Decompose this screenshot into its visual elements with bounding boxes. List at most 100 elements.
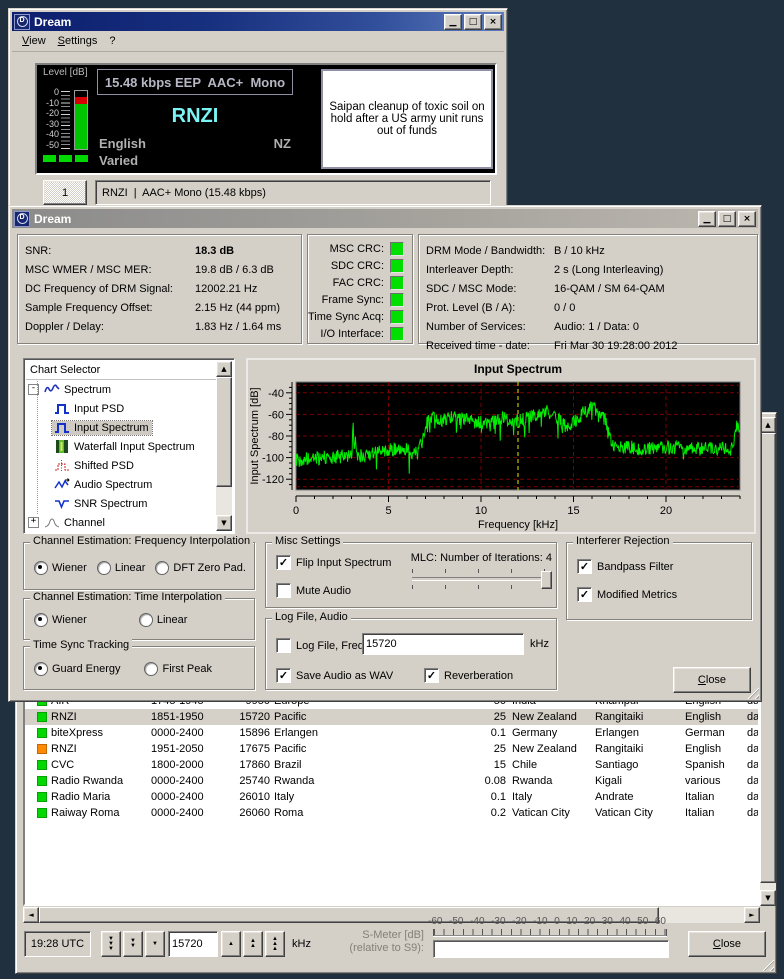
- modified-metrics-checkbox[interactable]: [577, 587, 592, 602]
- freq-down-fine-button[interactable]: ▼: [145, 931, 165, 957]
- log-freq-input[interactable]: [362, 633, 524, 655]
- tree-item-channel[interactable]: +Channel: [26, 513, 216, 531]
- station-row-radio-rwanda[interactable]: Radio Rwanda0000-240025740Rwanda0.08Rwan…: [25, 773, 760, 789]
- tree-item-snr-spectrum[interactable]: SNR Spectrum: [26, 494, 216, 513]
- checkbox-label: Reverberation: [444, 670, 513, 682]
- led-label: SDC CRC:: [331, 260, 384, 272]
- tree-item-input-psd[interactable]: Input PSD: [26, 399, 216, 418]
- save-audio-wav-checkbox[interactable]: [276, 668, 291, 683]
- tree-scrollbar-thumb[interactable]: [216, 377, 232, 487]
- tree-item-waterfall-input-spectrum[interactable]: Waterfall Input Spectrum: [26, 437, 216, 456]
- crc-led-panel: MSC CRC:SDC CRC:FAC CRC:Frame Sync:Time …: [307, 234, 413, 344]
- log-freq-unit-label: kHz: [530, 638, 549, 650]
- level-tick-label: -40: [39, 130, 59, 139]
- checkbox-label: Mute Audio: [296, 585, 351, 597]
- expand-icon[interactable]: +: [28, 517, 39, 528]
- tree-item-label: Shifted PSD: [71, 460, 137, 472]
- stations-resize-grip[interactable]: [761, 958, 774, 971]
- close-button[interactable]: ×: [484, 14, 502, 30]
- tree-item-audio-spectrum[interactable]: Audio Spectrum: [26, 475, 216, 494]
- station-row-raiway-roma[interactable]: Raiway Roma0000-240026060Roma0.2Vatican …: [25, 805, 760, 821]
- level-meter-tickmarks: [61, 91, 70, 149]
- maximize-button[interactable]: □: [464, 14, 482, 30]
- cell-target: Rwanda: [274, 775, 424, 787]
- stat-label: DRM Mode / Bandwidth:: [426, 245, 554, 257]
- stations-hscroll-left[interactable]: ◄: [23, 907, 39, 923]
- svg-text:15: 15: [567, 505, 579, 517]
- eval-close-button[interactable]: Close: [673, 667, 751, 693]
- service-1-button[interactable]: 1: [43, 180, 87, 205]
- radio-first-peak[interactable]: First Peak: [144, 662, 212, 676]
- freq-down-medium-button[interactable]: ▼▼: [123, 931, 143, 957]
- menu-help[interactable]: ?: [103, 33, 121, 49]
- bandpass-filter-checkbox[interactable]: [577, 559, 592, 574]
- log-file-freq-checkbox[interactable]: [276, 638, 291, 653]
- stations-hscroll-right[interactable]: ►: [744, 907, 760, 923]
- minimize-button[interactable]: ▁: [698, 211, 716, 227]
- status-led: [390, 242, 404, 256]
- smeter-tick-label: -40: [470, 916, 484, 927]
- stations-vscroll-thumb[interactable]: [760, 433, 776, 883]
- mlc-iterations-slider[interactable]: [412, 569, 552, 589]
- frequency-input[interactable]: [168, 931, 218, 957]
- radio-wiener[interactable]: Wiener: [34, 613, 87, 627]
- cell-name: biteXpress: [51, 727, 151, 739]
- station-row-radio-maria[interactable]: Radio Maria0000-240026010Italy0.1ItalyAn…: [25, 789, 760, 805]
- station-row-cvc[interactable]: CVC1800-200017860Brazil15ChileSantiagoSp…: [25, 757, 760, 773]
- cell-country: Vatican City: [512, 807, 592, 819]
- evaluation-window: D Dream ▁ □ × SNR:18.3 dBMSC WMER / MSC …: [8, 205, 762, 702]
- smeter-tick-label: 30: [602, 916, 613, 927]
- slider-handle[interactable]: [541, 571, 552, 589]
- flip-input-spectrum-checkbox[interactable]: [276, 555, 291, 570]
- radio-wiener[interactable]: Wiener: [34, 561, 87, 575]
- stat-row: MSC WMER / MSC MER:19.8 dB / 6.3 dB: [18, 260, 301, 279]
- smeter-tick-label: -60: [428, 916, 442, 927]
- cell-country: Rwanda: [512, 775, 592, 787]
- radio-linear[interactable]: Linear: [97, 561, 146, 575]
- freq-up-fine-button[interactable]: ▲: [221, 931, 241, 957]
- close-button[interactable]: ×: [738, 211, 756, 227]
- maximize-button[interactable]: □: [718, 211, 736, 227]
- tree-scrollbar-down[interactable]: ▼: [216, 515, 232, 531]
- radio-icon: [144, 662, 158, 676]
- checkbox-label: Log File, Freq:: [296, 640, 367, 652]
- radio-linear[interactable]: Linear: [139, 613, 188, 627]
- checkbox-label: Flip Input Spectrum: [296, 557, 391, 569]
- freq-up-medium-button[interactable]: ▲▲: [243, 931, 263, 957]
- svg-text:-80: -80: [268, 431, 284, 443]
- station-status-led: [37, 776, 47, 786]
- freq-up-coarse-button[interactable]: ▲▲▲: [265, 931, 285, 957]
- text-message: Saipan cleanup of toxic soil on hold aft…: [321, 69, 493, 169]
- freq-down-coarse-button[interactable]: ▼▼▼: [101, 931, 121, 957]
- menu-settings[interactable]: Settings: [52, 33, 104, 49]
- radio-dft-zero-pad-[interactable]: DFT Zero Pad.: [155, 561, 246, 575]
- utc-time-display: 19:28 UTC: [24, 931, 91, 957]
- station-row-bitexpress[interactable]: biteXpress0000-240015896Erlangen0.1Germa…: [25, 725, 760, 741]
- tree-item-shifted-psd[interactable]: Shifted PSD: [26, 456, 216, 475]
- tree-scrollbar-up[interactable]: ▲: [216, 361, 232, 377]
- mute-audio-checkbox[interactable]: [276, 583, 291, 598]
- tree-item-spectrum[interactable]: -Spectrum: [26, 380, 216, 399]
- main-titlebar[interactable]: D Dream ▁ □ ×: [12, 12, 504, 31]
- smeter-label: S-Meter [dB] (relative to S9):: [296, 929, 424, 955]
- cell-name: Raiway Roma: [51, 807, 151, 819]
- tree-item-input-spectrum[interactable]: Input Spectrum: [26, 418, 216, 437]
- stations-close-button[interactable]: Close: [688, 931, 766, 957]
- minimize-button[interactable]: ▁: [444, 14, 462, 30]
- level-meter-scale: 0-10-20-30-40-50: [39, 88, 59, 150]
- mode-stats-panel: DRM Mode / Bandwidth:B / 10 kHzInterleav…: [418, 234, 758, 344]
- menu-view[interactable]: View: [16, 33, 52, 49]
- cell-lang: Italian: [685, 791, 745, 803]
- reverberation-checkbox[interactable]: [424, 668, 439, 683]
- svg-text:5: 5: [385, 505, 391, 517]
- eval-titlebar[interactable]: D Dream ▁ □ ×: [12, 209, 758, 228]
- chart-selector-tree[interactable]: Chart Selector -SpectrumInput PSDInput S…: [23, 358, 235, 534]
- station-row-rnzi[interactable]: RNZI1851-195015720Pacific25New ZealandRa…: [25, 709, 760, 725]
- station-row-rnzi[interactable]: RNZI1951-205017675Pacific25New ZealandRa…: [25, 741, 760, 757]
- stations-vscroll-up[interactable]: ▲: [760, 417, 776, 433]
- radio-guard-energy[interactable]: Guard Energy: [34, 662, 120, 676]
- cell-freq: 26060: [224, 807, 270, 819]
- stations-vscroll-down[interactable]: ▼: [760, 890, 776, 906]
- stat-label: MSC WMER / MSC MER:: [25, 264, 195, 276]
- radio-icon: [155, 561, 169, 575]
